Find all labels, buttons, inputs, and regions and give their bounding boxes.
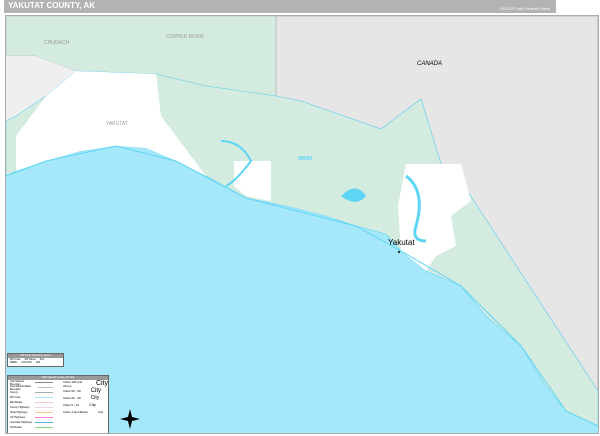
legend-city-label: Cities 25 - 49 <box>63 395 81 400</box>
legend-city-row: Cities 50 - 99 City <box>63 387 108 394</box>
label-yakutat-borough: YAKUTAT <box>106 121 128 127</box>
zip-legend-cell: YAKUTAT <box>20 361 32 364</box>
legend-item: Toll Roads <box>8 425 63 430</box>
legend-swatch <box>35 391 53 394</box>
legend-city-label: Cities 4 and Below <box>63 409 88 414</box>
legend-city-sample: City <box>89 402 96 407</box>
title-bar: YAKUTAT COUNTY, AK 2020 ZIP Code Premium… <box>4 0 556 13</box>
label-city-yakutat: Yakutat <box>388 238 415 247</box>
legend-item-label: International Water Boundary <box>10 384 32 391</box>
legend-swatch <box>37 386 53 389</box>
zip-legend-col: Pop <box>39 358 45 361</box>
legend-swatch <box>35 421 53 424</box>
legend-item-label: County <box>10 391 18 394</box>
map-legend: 2020 Yakutat County, AK Map Internationa… <box>7 375 109 433</box>
legend-city-sample: City <box>90 394 100 401</box>
legend-swatch <box>35 411 53 414</box>
legend-city-label: Cities 100 and Above <box>63 379 83 388</box>
legend-swatch <box>35 396 53 399</box>
legend-city-sample: City <box>95 380 108 387</box>
legend-city-label: Cities 5 - 24 <box>63 402 80 407</box>
map-canvas[interactable]: CANADA CHUGACH COPPER RIVER YAKUTAT 9968… <box>5 15 599 434</box>
vector-maps-logo <box>558 0 598 13</box>
legend-city-row: Cities 4 and Below City <box>63 408 108 415</box>
zip-legend-cell: 99689 <box>10 361 17 364</box>
label-canada: CANADA <box>417 61 443 67</box>
legend-city-sample: City <box>97 409 104 414</box>
zip-legend-cell: 662 <box>35 361 41 364</box>
map-title: YAKUTAT COUNTY, AK <box>8 1 96 10</box>
label-chugach: CHUGACH <box>44 40 70 46</box>
legend-city-row: Cities 5 - 24 City <box>63 401 108 408</box>
legend-swatch <box>35 406 53 409</box>
legend-city-row: Cities 100 and Above City <box>63 379 108 388</box>
map-svg <box>6 16 598 433</box>
label-zip-99689: 99689 <box>298 156 312 162</box>
label-copper-river: COPPER RIVER <box>166 34 204 40</box>
legend-swatch <box>35 416 53 419</box>
legend-item-label: US Highways <box>10 416 26 419</box>
legend-item-label: Interstate Highways <box>10 421 32 424</box>
legend-item-label: Rail Roads <box>10 401 23 404</box>
legend-item-label: ZIP Code <box>10 396 21 399</box>
legend-item-label: State Highways <box>10 411 28 414</box>
legend-city-label: Cities 50 - 99 <box>63 388 81 393</box>
legend-city-sample: City <box>90 387 102 394</box>
legend-swatch <box>35 426 53 429</box>
yakutat-city-dot <box>397 250 401 254</box>
legend-swatch <box>35 381 53 384</box>
legend-item-label: County Highways <box>10 406 30 409</box>
legend-city-row: Cities 25 - 49 City <box>63 394 108 401</box>
zip-legend: ZIP Code Selection Legend ZIP Code ZIP N… <box>7 353 64 367</box>
legend-item-label: Toll Roads <box>10 426 22 429</box>
edition-label: 2020 ZIP Code Premium Edition <box>499 7 550 11</box>
legend-swatch <box>35 401 53 404</box>
